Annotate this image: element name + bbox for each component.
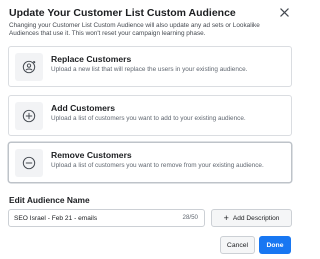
plus-circle-icon bbox=[22, 109, 36, 123]
option-icon-box bbox=[15, 102, 43, 130]
option-description: Upload a list of customers you want to a… bbox=[51, 115, 246, 122]
done-button[interactable]: Done bbox=[259, 236, 291, 254]
audience-name-label: Edit Audience Name bbox=[9, 195, 90, 205]
add-description-button[interactable]: + Add Description bbox=[211, 209, 292, 227]
option-title: Remove Customers bbox=[51, 150, 132, 160]
dialog-subtitle: Changing your Customer List Custom Audie… bbox=[9, 22, 260, 37]
option-description: Upload a list of customers you want to r… bbox=[51, 162, 264, 169]
close-button[interactable] bbox=[276, 4, 292, 20]
plus-icon: + bbox=[223, 212, 229, 223]
option-add-customers[interactable]: Add Customers Upload a list of customers… bbox=[8, 95, 292, 136]
replace-user-icon bbox=[22, 60, 36, 74]
audience-name-field[interactable]: 28/50 bbox=[8, 209, 205, 227]
close-icon bbox=[279, 7, 289, 17]
audience-name-input[interactable] bbox=[9, 210, 169, 226]
character-counter: 28/50 bbox=[182, 214, 198, 221]
option-title: Add Customers bbox=[51, 103, 115, 113]
option-title: Replace Customers bbox=[51, 54, 132, 64]
update-audience-dialog: Update Your Customer List Custom Audienc… bbox=[0, 0, 300, 259]
minus-circle-icon bbox=[22, 156, 36, 170]
option-description: Upload a new list that will replace the … bbox=[51, 66, 248, 73]
option-icon-box bbox=[15, 53, 43, 81]
option-replace-customers[interactable]: Replace Customers Upload a new list that… bbox=[8, 46, 292, 87]
dialog-title: Update Your Customer List Custom Audienc… bbox=[9, 7, 236, 19]
option-icon-box bbox=[15, 149, 43, 177]
option-remove-customers[interactable]: Remove Customers Upload a list of custom… bbox=[8, 142, 292, 183]
cancel-button[interactable]: Cancel bbox=[220, 236, 255, 254]
add-description-label: Add Description bbox=[232, 214, 280, 222]
